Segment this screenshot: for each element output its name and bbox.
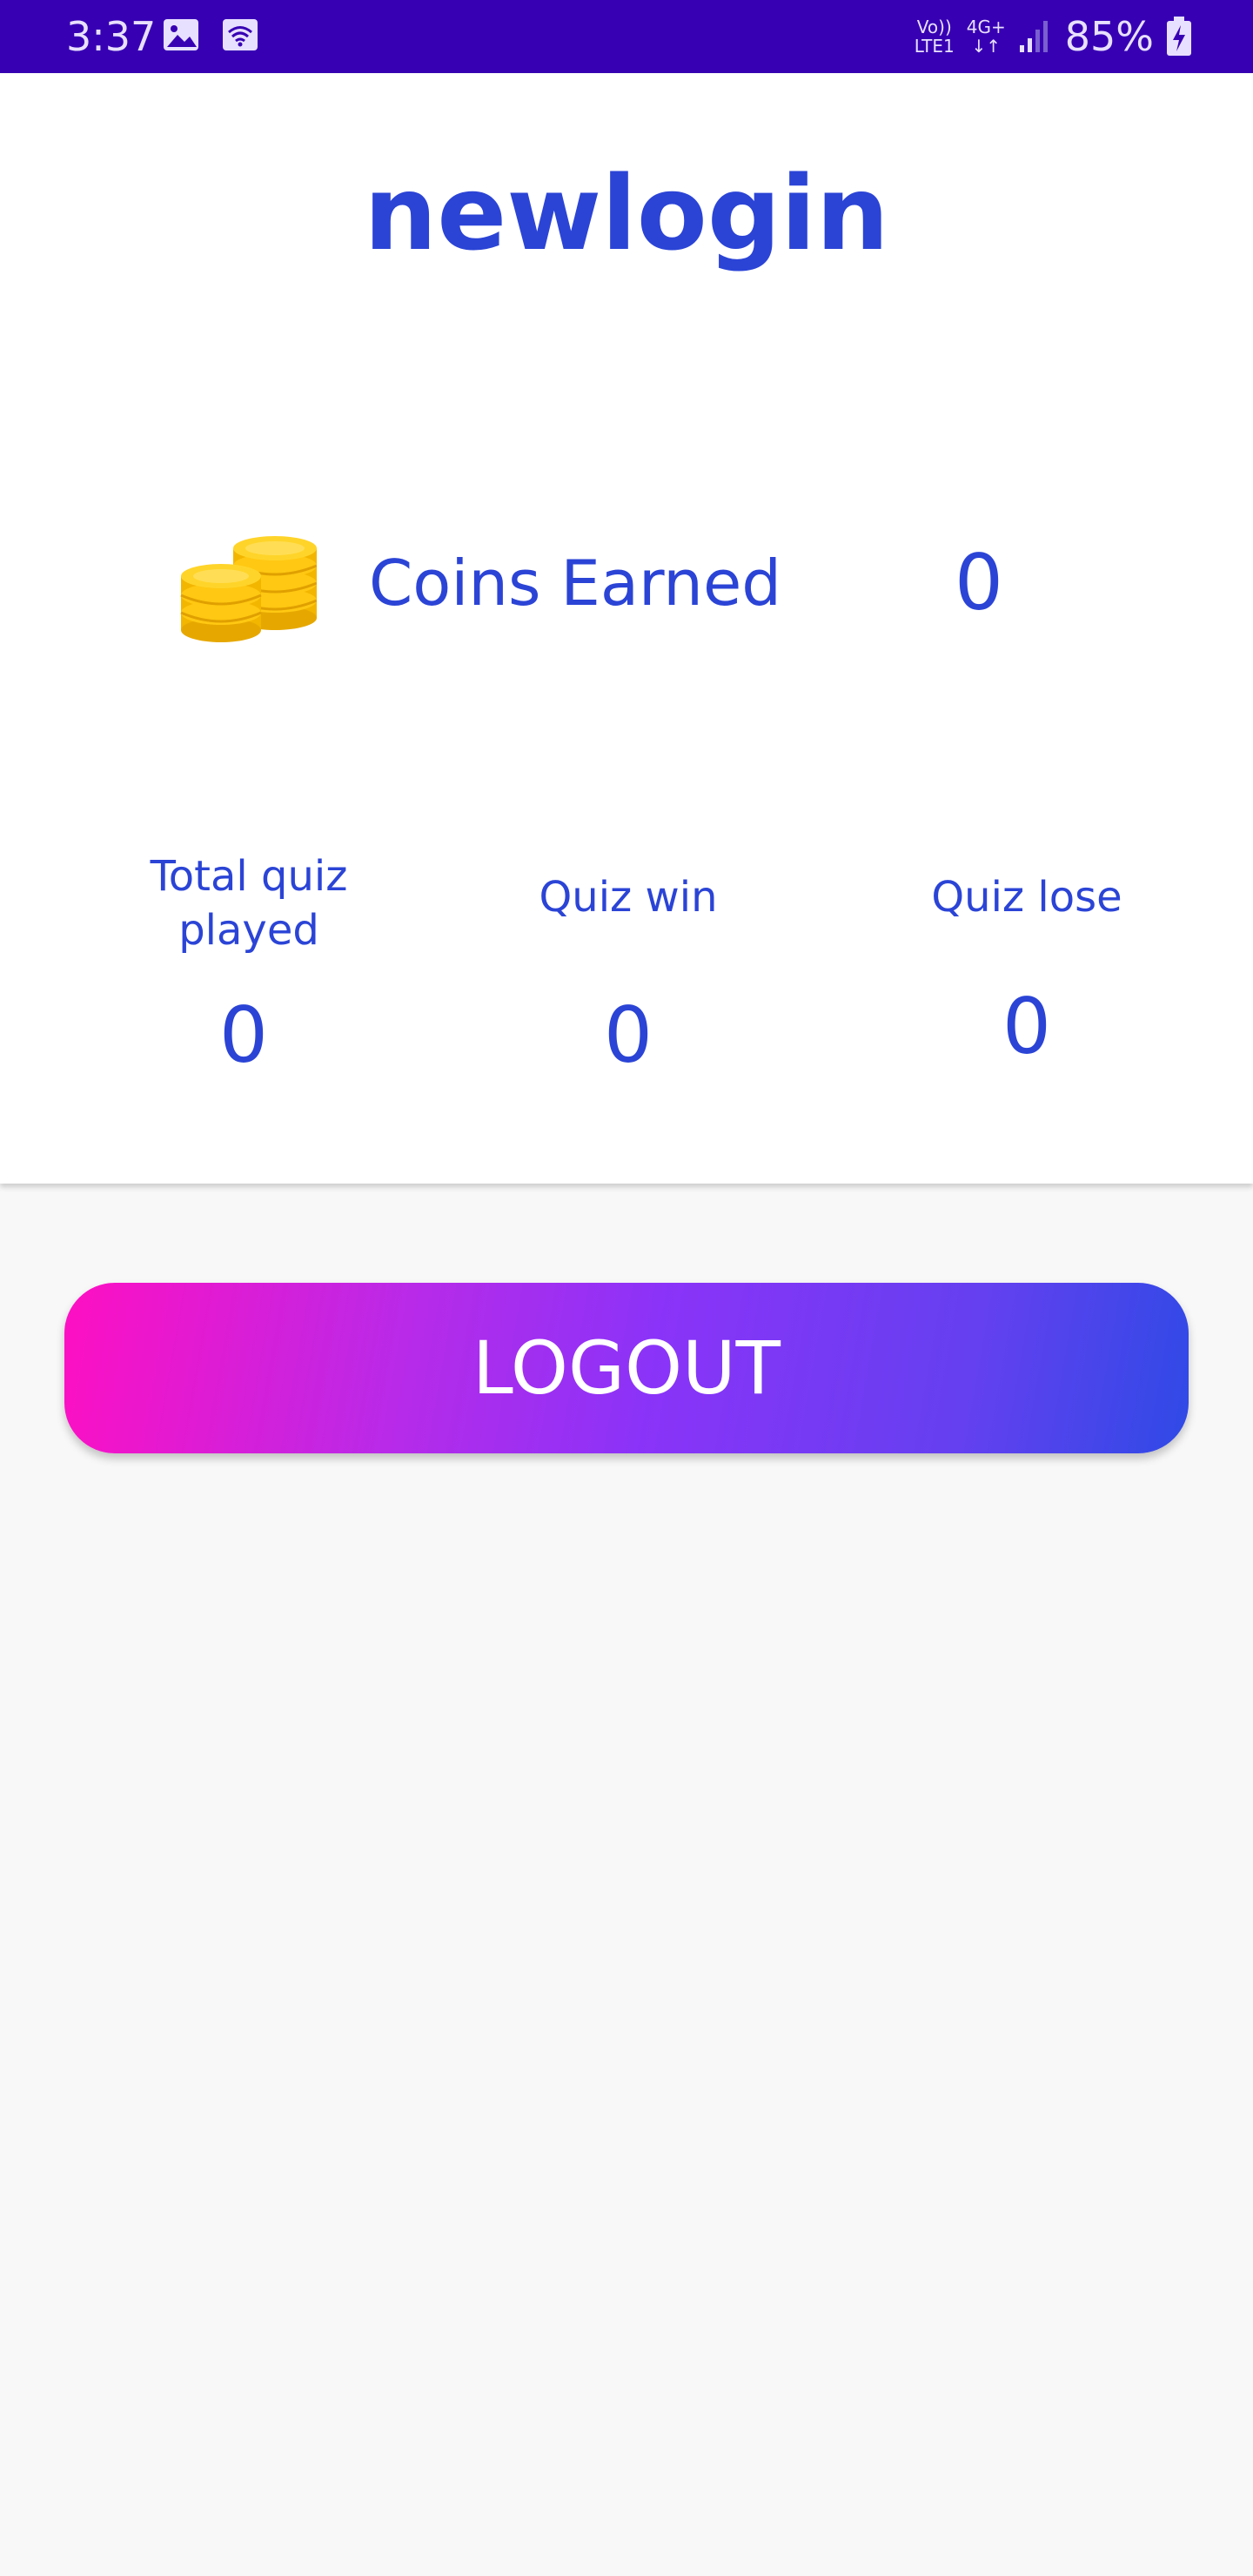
stat-total-quiz-label: Total quiz played xyxy=(150,852,348,955)
volte-indicator: Vo)) LTE1 xyxy=(914,17,955,57)
status-bar: 3:37 Vo)) LTE1 4G+ ↓↑ 85% xyxy=(0,0,1253,73)
stat-quiz-lose-value: 0 xyxy=(1002,982,1051,1071)
image-icon xyxy=(164,19,198,50)
username-title: newlogin xyxy=(364,153,889,273)
stat-quiz-lose-label: Quiz lose xyxy=(931,873,1122,922)
data-indicator: 4G+ ↓↑ xyxy=(966,17,1006,57)
battery-charging-icon xyxy=(1167,17,1191,56)
logout-button[interactable]: LOGOUT xyxy=(64,1283,1189,1453)
stat-total-quiz-value: 0 xyxy=(219,990,268,1080)
coins-icon xyxy=(180,536,317,642)
status-right-group: Vo)) LTE1 4G+ ↓↑ 85% xyxy=(915,10,1192,63)
stat-quiz-win-label: Quiz win xyxy=(539,873,718,922)
battery-percentage: 85% xyxy=(1064,13,1154,60)
coins-earned-label: Coins Earned xyxy=(369,547,781,620)
stat-quiz-win-value: 0 xyxy=(604,990,653,1080)
signal-icon xyxy=(1019,21,1048,52)
coins-earned-value: 0 xyxy=(955,538,1003,627)
status-time: 3:37 xyxy=(66,13,157,60)
wifi-icon xyxy=(223,19,258,50)
